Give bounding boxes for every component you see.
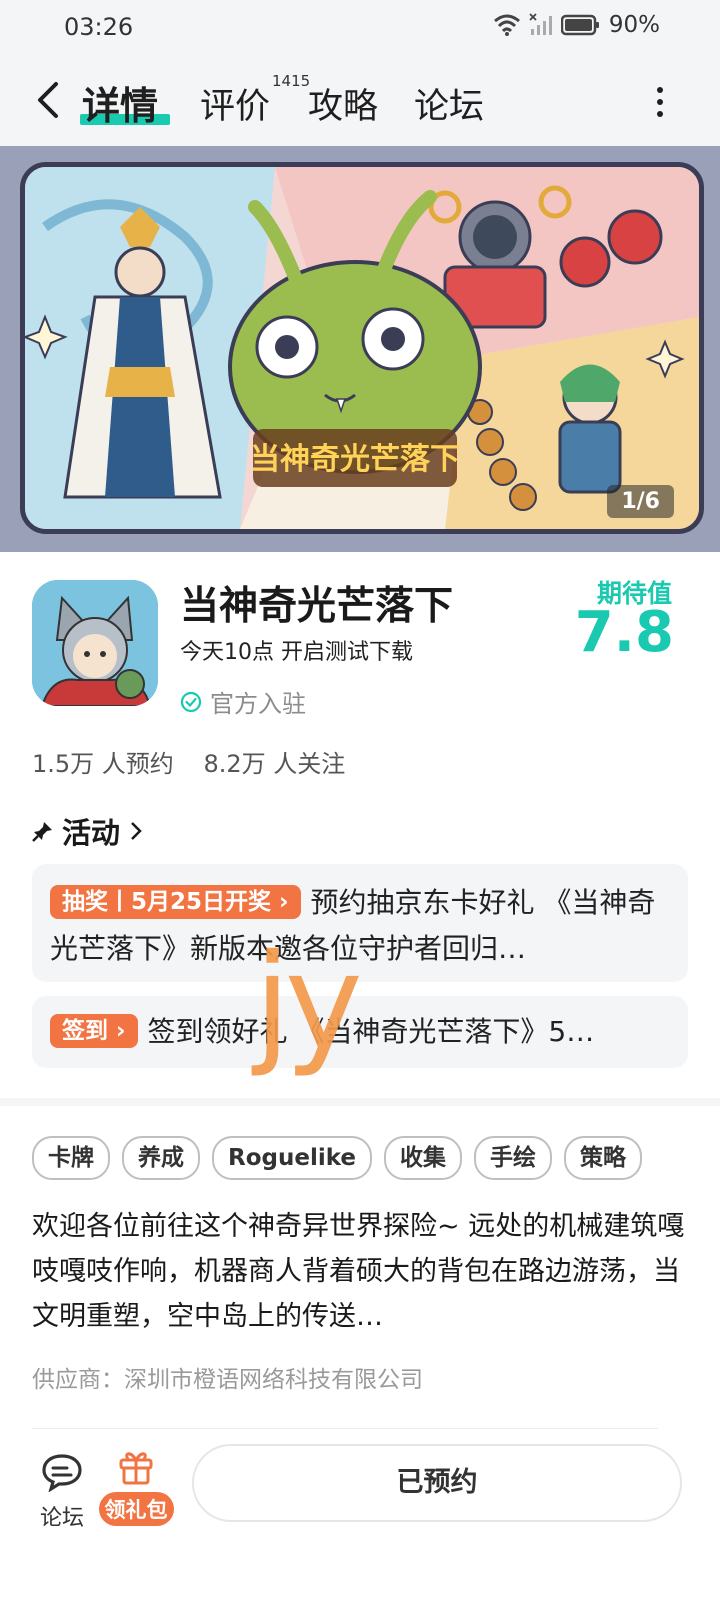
tag-item[interactable]: 策略 [564, 1136, 642, 1180]
tab-forum[interactable]: 论坛 [414, 78, 484, 129]
verified-check-icon [180, 691, 202, 712]
status-icons: 90% [493, 12, 660, 38]
gift-pack-button[interactable]: 领礼包 [98, 1446, 174, 1526]
banner-artwork: 当神奇光芒落下 [25, 167, 699, 529]
checkin-tag: 签到 › [50, 1014, 138, 1048]
status-bar: 03:26 90% [0, 0, 720, 56]
activity-card-checkin[interactable]: 签到 › 签到领好礼 《当神奇光芒落下》5… [32, 996, 688, 1068]
tag-item[interactable]: 卡牌 [32, 1136, 110, 1180]
chevron-right-icon [131, 822, 142, 840]
follower-count: 8.2万 人关注 [203, 750, 346, 778]
battery-icon [560, 14, 599, 36]
more-options-icon[interactable] [650, 82, 670, 122]
pin-icon [32, 822, 52, 842]
lottery-tag-label: 抽奖丨5月25日开奖 [62, 889, 272, 915]
gift-icon [119, 1452, 153, 1485]
activity-card-lottery[interactable]: 抽奖丨5月25日开奖 › 预约抽京东卡好礼 《当神奇光芒落下》新版本邀各位守护者回… [32, 864, 688, 982]
official-badge: 官方入驻 [180, 684, 306, 719]
checkin-tag-label: 签到 [62, 1018, 108, 1044]
reservation-count: 1.5万 人预约 [32, 750, 174, 778]
tab-guides[interactable]: 攻略 [308, 78, 378, 129]
tag-list: 卡牌 养成 Roguelike 收集 手绘 策略 [32, 1136, 642, 1180]
banner-counter: 1/6 [607, 485, 674, 518]
reviews-count-badge: 1415 [272, 72, 311, 90]
app-stats: 1.5万 人预约 8.2万 人关注 [32, 744, 367, 779]
back-arrow-icon[interactable] [30, 76, 70, 124]
reserved-button[interactable]: 已预约 [192, 1444, 682, 1522]
app-release-info: 今天10点 开启测试下载 [180, 640, 413, 665]
wifi-icon [493, 14, 520, 36]
supplier-info: 供应商：深圳市橙语网络科技有限公司 [32, 1367, 423, 1393]
forum-button-label: 论坛 [39, 1506, 84, 1531]
signal-icon [529, 13, 552, 35]
banner-logo-text: 当神奇光芒落下 [250, 443, 460, 476]
expectation-score: 7.8 [574, 600, 674, 665]
lottery-tag: 抽奖丨5月25日开奖 › [50, 885, 301, 919]
section-divider [0, 1098, 720, 1106]
tag-item[interactable]: 收集 [384, 1136, 462, 1180]
status-time: 03:26 [64, 13, 134, 41]
activity-title: 活动 [62, 816, 121, 850]
tag-item[interactable]: Roguelike [212, 1136, 372, 1180]
forum-button[interactable]: 论坛 [34, 1452, 90, 1532]
gift-pack-label: 领礼包 [98, 1492, 174, 1526]
checkin-text: 签到领好礼 《当神奇光芒落下》5… [147, 1015, 595, 1048]
tab-reviews[interactable]: 评价 [200, 78, 270, 129]
battery-percent: 90% [608, 12, 660, 38]
bottom-divider [32, 1428, 658, 1429]
tag-item[interactable]: 养成 [122, 1136, 200, 1180]
top-nav: 详情 评价 1415 攻略 论坛 [0, 56, 720, 146]
activity-section-header[interactable]: 活动 [32, 810, 144, 852]
official-badge-label: 官方入驻 [210, 690, 306, 718]
banner-carousel[interactable]: 当神奇光芒落下 1/6 [0, 146, 720, 552]
game-description[interactable]: 欢迎各位前往这个神奇异世界探险~ 远处的机械建筑嘎吱嘎吱作响，机器商人背着硕大的… [32, 1204, 692, 1339]
app-icon [32, 580, 158, 706]
tag-item[interactable]: 手绘 [474, 1136, 552, 1180]
forum-chat-icon [42, 1454, 82, 1493]
tab-details[interactable]: 详情 [82, 75, 158, 130]
banner-image: 当神奇光芒落下 [20, 162, 704, 534]
app-name: 当神奇光芒落下 [180, 584, 454, 629]
